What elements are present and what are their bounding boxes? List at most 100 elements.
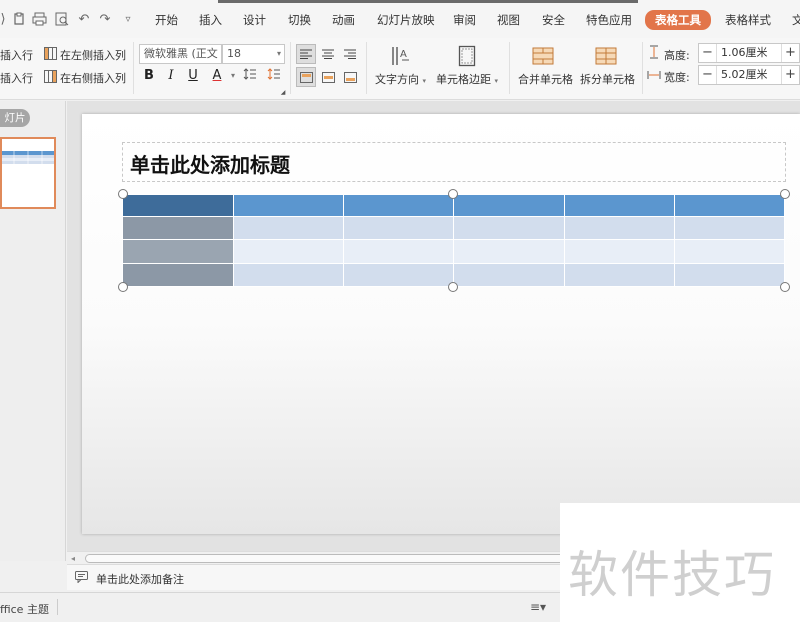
menu-security[interactable]: 安全: [542, 11, 565, 29]
font-size-value: 18: [227, 47, 241, 60]
menu-animations[interactable]: 动画: [332, 11, 355, 29]
table-cell[interactable]: [232, 239, 345, 264]
underline-icon[interactable]: U: [184, 67, 202, 85]
customize-dropdown-icon[interactable]: ▿: [119, 10, 137, 28]
resize-handle-bottom-left[interactable]: [118, 282, 128, 292]
merge-cells-icon[interactable]: [532, 45, 554, 67]
table-cell[interactable]: [453, 239, 565, 264]
line-spacing-icon[interactable]: [241, 67, 259, 85]
align-bottom-icon[interactable]: [340, 67, 360, 87]
split-cells-icon[interactable]: [595, 45, 617, 67]
align-right-icon[interactable]: [340, 44, 360, 64]
table-cell[interactable]: [563, 262, 675, 288]
insert-col-left-button[interactable]: 在左侧插入列: [60, 47, 126, 63]
theme-name: ffice 主题: [0, 603, 49, 616]
height-label: 高度:: [664, 49, 690, 62]
table-cell[interactable]: [673, 216, 786, 241]
resize-handle-top[interactable]: [448, 189, 458, 199]
table-cell[interactable]: [343, 216, 455, 241]
print-icon[interactable]: [30, 10, 48, 28]
table-cell[interactable]: [563, 239, 675, 264]
decrease-width-button[interactable]: −: [699, 66, 717, 84]
increase-height-button[interactable]: +: [781, 44, 799, 62]
undo-icon[interactable]: ↶: [75, 10, 93, 28]
slides-tab[interactable]: 灯片: [0, 109, 30, 127]
font-dialog-launcher-icon[interactable]: ◢: [280, 89, 286, 96]
ribbon-divider: [366, 42, 367, 94]
font-name-select[interactable]: 微软雅黑 (正文: [139, 44, 222, 64]
table-cell[interactable]: [453, 193, 565, 218]
table-cell[interactable]: [343, 262, 455, 288]
table-cell[interactable]: [673, 262, 786, 288]
align-left-icon[interactable]: [296, 44, 316, 64]
decrease-height-button[interactable]: −: [699, 44, 717, 62]
table-cell[interactable]: [122, 216, 234, 241]
height-value[interactable]: 1.06厘米: [721, 44, 768, 62]
chevron-down-icon: ▾: [422, 77, 427, 85]
resize-handle-top-right[interactable]: [780, 189, 790, 199]
menu-insert[interactable]: 插入: [199, 11, 222, 29]
height-stepper[interactable]: − 1.06厘米 +: [698, 43, 800, 63]
chevron-down-icon[interactable]: ▾: [224, 67, 242, 85]
menu-home[interactable]: 开始: [155, 11, 178, 29]
menu-more[interactable]: 文: [792, 11, 800, 29]
menu-table-style[interactable]: 表格样式: [725, 11, 771, 29]
paragraph-spacing-icon[interactable]: [265, 67, 283, 85]
notes-view-icon[interactable]: ≡▾: [530, 600, 546, 614]
width-value[interactable]: 5.02厘米: [721, 66, 768, 84]
title-placeholder[interactable]: 单击此处添加标题: [122, 142, 786, 182]
table-cell[interactable]: [232, 216, 345, 241]
table-cell[interactable]: [343, 193, 455, 218]
print-preview-icon[interactable]: [53, 10, 71, 28]
redo-icon[interactable]: ↷: [96, 10, 114, 28]
align-top-icon[interactable]: [296, 67, 316, 87]
table-cell[interactable]: [232, 262, 345, 288]
slide-table[interactable]: [122, 193, 786, 288]
table-cell[interactable]: [563, 216, 675, 241]
table-cell[interactable]: [232, 193, 345, 218]
insert-row-above-button[interactable]: 插入行: [0, 47, 33, 63]
menu-review[interactable]: 审阅: [453, 11, 476, 29]
table-cell[interactable]: [343, 239, 455, 264]
italic-icon[interactable]: I: [162, 67, 180, 85]
cell-margin-button[interactable]: 单元格边距 ▾: [436, 71, 498, 87]
paste-icon[interactable]: [10, 10, 28, 28]
table-cell[interactable]: [122, 193, 234, 218]
menu-design[interactable]: 设计: [243, 11, 266, 29]
insert-row-below-button[interactable]: 插入行: [0, 70, 33, 86]
bold-icon[interactable]: B: [140, 67, 158, 85]
menu-view[interactable]: 视图: [497, 11, 520, 29]
slide-thumbnail[interactable]: [0, 137, 56, 209]
table-cell[interactable]: [122, 239, 234, 264]
menu-special-apps[interactable]: 特色应用: [586, 11, 632, 29]
merge-cells-button[interactable]: 合并单元格: [518, 71, 573, 87]
resize-handle-bottom[interactable]: [448, 282, 458, 292]
font-size-select[interactable]: 18 ▾: [222, 44, 285, 64]
title-placeholder-text[interactable]: 单击此处添加标题: [130, 149, 290, 178]
text-direction-icon[interactable]: A: [388, 44, 412, 68]
table-cell[interactable]: [453, 216, 565, 241]
table-cell[interactable]: [673, 193, 786, 218]
text-direction-button[interactable]: 文字方向 ▾: [375, 71, 426, 87]
table-cell[interactable]: [453, 262, 565, 288]
menu-slideshow[interactable]: 幻灯片放映: [377, 11, 435, 29]
align-center-icon[interactable]: [318, 44, 338, 64]
text-direction-label: 文字方向: [375, 73, 419, 86]
insert-col-right-button[interactable]: 在右侧插入列: [60, 70, 126, 86]
title-bar-strip: [218, 0, 638, 3]
menu-transitions[interactable]: 切换: [288, 11, 311, 29]
table-cell[interactable]: [122, 262, 234, 288]
notes-placeholder[interactable]: 单击此处添加备注: [96, 571, 184, 587]
split-cells-button[interactable]: 拆分单元格: [580, 71, 635, 87]
increase-width-button[interactable]: +: [781, 66, 799, 84]
align-middle-icon[interactable]: [318, 67, 338, 87]
cell-margin-icon[interactable]: [455, 44, 479, 68]
ribbon-divider: [509, 42, 510, 94]
table-cell[interactable]: [563, 193, 675, 218]
table-cell[interactable]: [673, 239, 786, 264]
resize-handle-top-left[interactable]: [118, 189, 128, 199]
scrollbar-thumb[interactable]: [85, 554, 585, 563]
width-stepper[interactable]: − 5.02厘米 +: [698, 65, 800, 85]
menu-table-tools[interactable]: 表格工具: [645, 10, 711, 30]
resize-handle-bottom-right[interactable]: [780, 282, 790, 292]
